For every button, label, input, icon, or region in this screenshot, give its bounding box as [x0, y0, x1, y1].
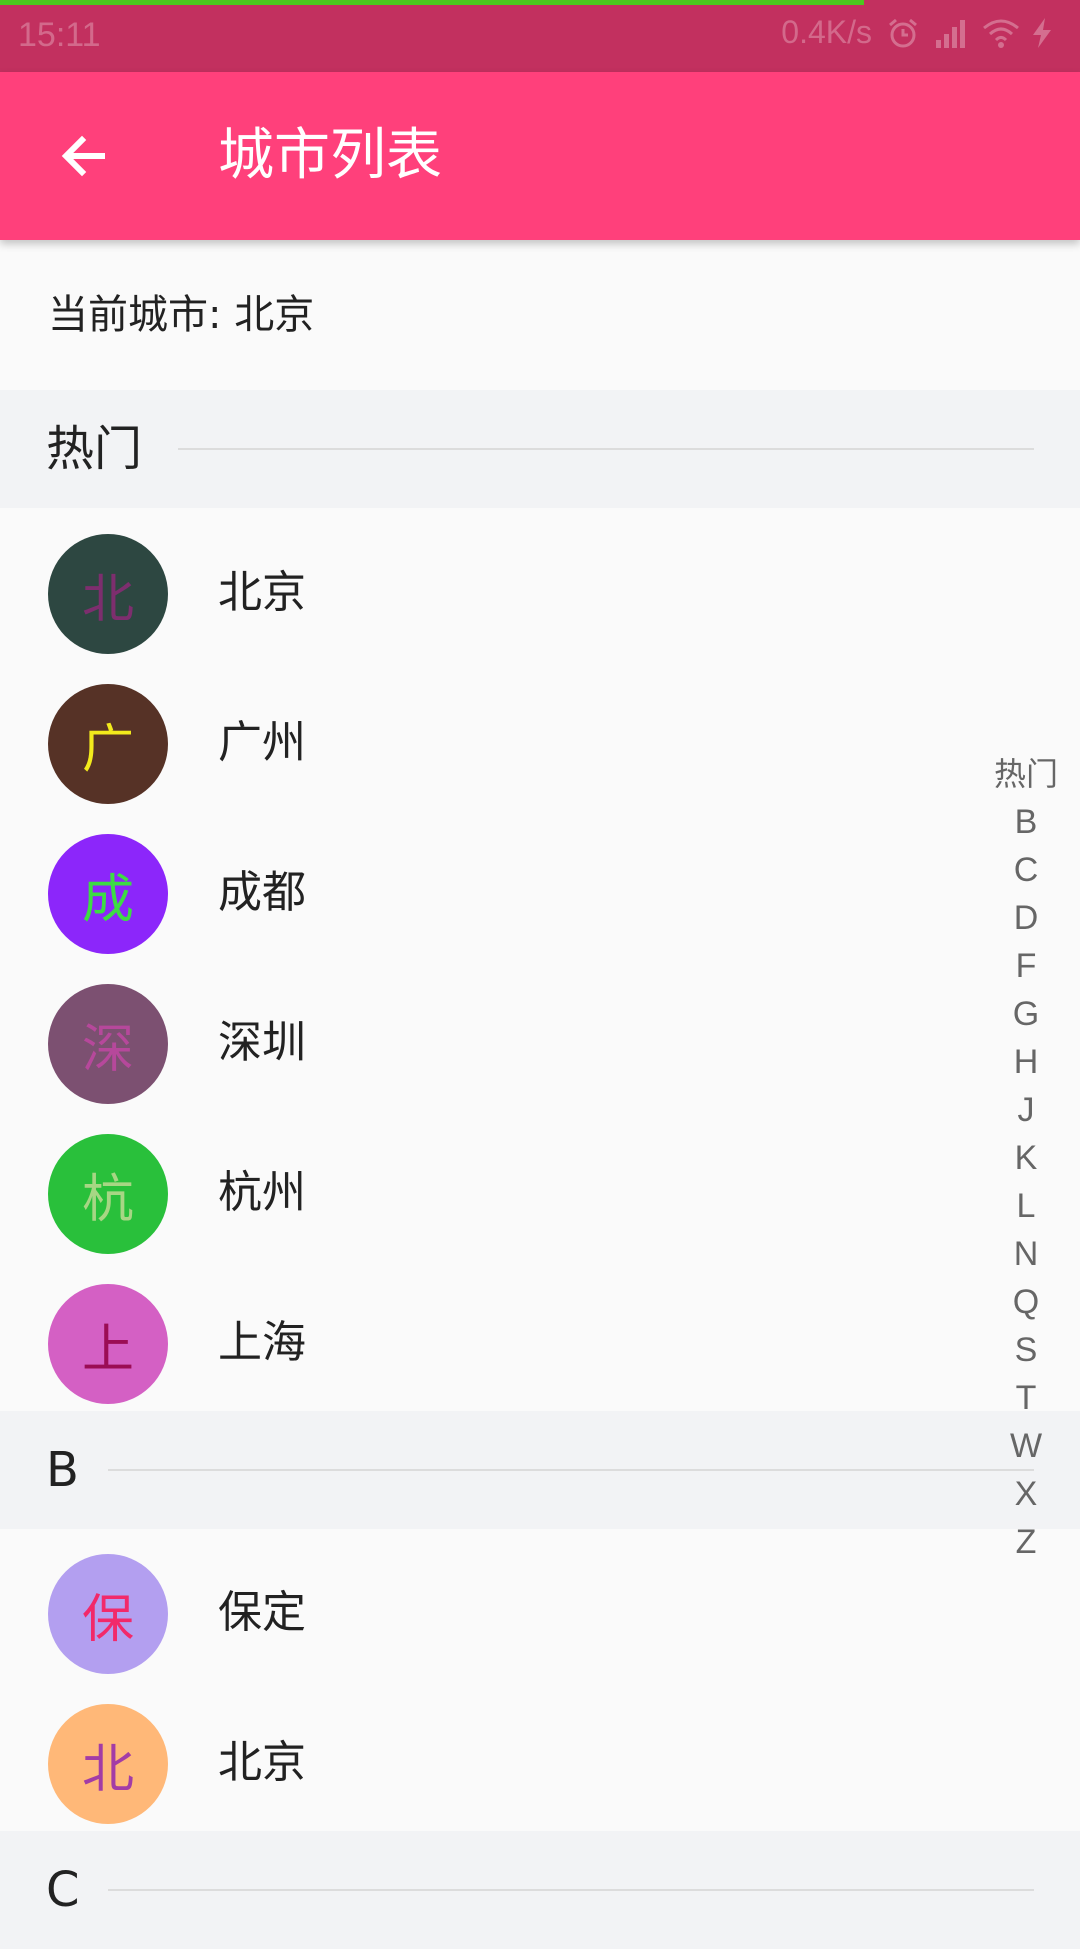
city-name: 深圳: [218, 1017, 306, 1068]
index-letter[interactable]: C: [980, 846, 1072, 894]
status-icons: 0.4K/s: [781, 14, 1064, 51]
city-name: 广州: [218, 717, 306, 768]
city-row[interactable]: 深 深圳: [0, 968, 1080, 1118]
section-divider: [108, 1889, 1034, 1891]
city-avatar: 北: [48, 534, 168, 654]
back-button[interactable]: [44, 116, 124, 196]
city-row[interactable]: 北 北京: [0, 518, 1080, 668]
city-avatar: 上: [48, 1284, 168, 1404]
section-divider: [178, 448, 1034, 450]
section-letter: B: [46, 1442, 79, 1498]
index-letter[interactable]: T: [980, 1374, 1072, 1422]
city-row[interactable]: 保 保定: [0, 1538, 1080, 1688]
index-letter[interactable]: L: [980, 1182, 1072, 1230]
city-avatar: 杭: [48, 1134, 168, 1254]
index-letter[interactable]: Q: [980, 1278, 1072, 1326]
index-letter[interactable]: S: [980, 1326, 1072, 1374]
index-letter[interactable]: G: [980, 990, 1072, 1038]
index-letter[interactable]: H: [980, 1038, 1072, 1086]
section-divider: [108, 1469, 1034, 1471]
section-letter: C: [46, 1862, 80, 1918]
index-letter[interactable]: F: [980, 942, 1072, 990]
status-bar: 15:11 0.4K/s: [0, 0, 1080, 72]
section-header-hot: 热门: [0, 390, 1080, 508]
arrow-left-icon: [61, 135, 105, 177]
current-city-label: 当前城市: 北京: [48, 292, 315, 338]
wifi-icon: [982, 16, 1019, 50]
charging-icon: [1030, 16, 1064, 50]
current-city-bar[interactable]: 当前城市: 北京: [0, 240, 1080, 390]
app-toolbar: 城市列表: [0, 72, 1080, 240]
index-letter[interactable]: J: [980, 1086, 1072, 1134]
city-row[interactable]: 广 广州: [0, 668, 1080, 818]
index-letter[interactable]: B: [980, 798, 1072, 846]
section-header-b: B: [0, 1411, 1080, 1529]
city-avatar: 成: [48, 834, 168, 954]
index-letter[interactable]: N: [980, 1230, 1072, 1278]
city-row[interactable]: 上 上海: [0, 1268, 1080, 1418]
city-avatar: 北: [48, 1704, 168, 1824]
city-row[interactable]: 成 成都: [0, 818, 1080, 968]
alarm-icon: [886, 16, 920, 50]
city-name: 保定: [218, 1587, 306, 1638]
index-letter[interactable]: D: [980, 894, 1072, 942]
signal-icon: [934, 16, 968, 50]
network-speed: 0.4K/s: [781, 14, 872, 50]
index-letter[interactable]: K: [980, 1134, 1072, 1182]
city-name: 北京: [218, 567, 306, 618]
city-row[interactable]: 杭 杭州: [0, 1118, 1080, 1268]
index-letter[interactable]: 热门: [980, 750, 1072, 798]
city-name: 上海: [218, 1317, 306, 1368]
section-header-c: C: [0, 1831, 1080, 1949]
alphabet-index-bar[interactable]: 热门 B C D F G H J K L N Q S T W X Z: [980, 750, 1072, 1566]
section-letter: 热门: [46, 421, 143, 477]
city-name: 北京: [218, 1737, 306, 1788]
city-avatar: 深: [48, 984, 168, 1104]
city-avatar: 保: [48, 1554, 168, 1674]
index-letter[interactable]: W: [980, 1422, 1072, 1470]
city-name: 成都: [218, 867, 306, 918]
index-letter[interactable]: Z: [980, 1518, 1072, 1566]
download-progress-bar: [0, 0, 864, 5]
city-row[interactable]: 北 北京: [0, 1688, 1080, 1838]
index-letter[interactable]: X: [980, 1470, 1072, 1518]
city-name: 杭州: [218, 1167, 306, 1218]
status-time: 15:11: [18, 16, 101, 54]
page-title: 城市列表: [218, 123, 442, 188]
city-avatar: 广: [48, 684, 168, 804]
